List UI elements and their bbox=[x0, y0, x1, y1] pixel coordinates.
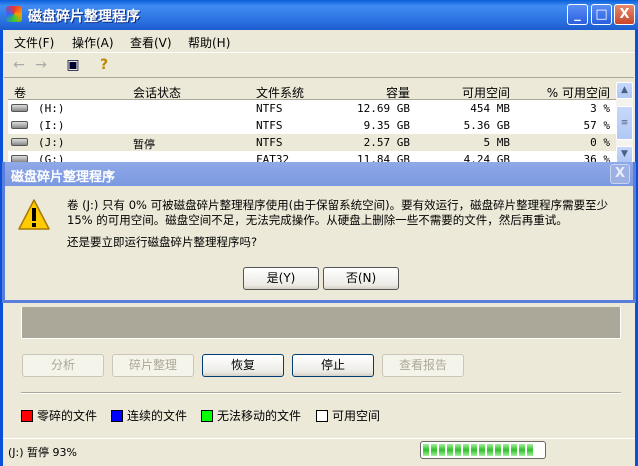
scroll-thumb[interactable]: ≡ bbox=[616, 106, 633, 140]
minimize-button[interactable]: _ bbox=[567, 4, 588, 25]
list-header: 卷 会话状态 文件系统 容量 可用空间 % 可用空间 bbox=[8, 82, 616, 100]
progress-segment bbox=[431, 444, 437, 456]
col-status[interactable]: 会话状态 bbox=[133, 84, 181, 101]
capacity: 12.69 GB bbox=[357, 102, 410, 115]
drive-icon bbox=[11, 121, 28, 129]
forward-icon[interactable]: → bbox=[32, 56, 50, 74]
progress-segment bbox=[495, 444, 501, 456]
warning-icon bbox=[18, 199, 50, 230]
console-tree-icon[interactable]: ▣ bbox=[64, 56, 82, 74]
pct: 0 % bbox=[590, 136, 610, 149]
dialog-message: 卷 (J:) 只有 0% 可被磁盘碎片整理程序使用(由于保留系统空间)。要有效运… bbox=[67, 198, 609, 227]
volume: (J:) bbox=[38, 136, 65, 149]
col-fs[interactable]: 文件系统 bbox=[256, 84, 304, 101]
warning-dialog: 磁盘碎片整理程序 X 卷 (J:) 只有 0% 可被磁盘碎片整理程序使用(由于保… bbox=[2, 162, 636, 303]
dialog-question: 还是要立即运行磁盘碎片整理程序吗? bbox=[67, 235, 258, 249]
pct: 57 % bbox=[583, 119, 611, 132]
progress-bar bbox=[420, 441, 546, 459]
progress-segment bbox=[511, 444, 517, 456]
red-swatch-icon bbox=[21, 410, 33, 422]
menu-help[interactable]: 帮助(H) bbox=[188, 34, 230, 51]
resume-button[interactable]: 恢复 bbox=[202, 354, 284, 377]
free: 454 MB bbox=[470, 102, 510, 115]
col-volume[interactable]: 卷 bbox=[14, 84, 26, 101]
progress-segment bbox=[479, 444, 485, 456]
help-icon[interactable]: ? bbox=[95, 56, 113, 74]
blue-swatch-icon bbox=[111, 410, 123, 422]
dialog-title: 磁盘碎片整理程序 bbox=[11, 170, 116, 185]
dialog-title-bar: 磁盘碎片整理程序 X bbox=[5, 162, 633, 186]
legend-contiguous: 连续的文件 bbox=[111, 407, 188, 423]
legend-label: 连续的文件 bbox=[127, 409, 188, 423]
progress-segment bbox=[471, 444, 477, 456]
maximize-button[interactable]: □ bbox=[591, 4, 612, 25]
progress-segment bbox=[503, 444, 509, 456]
progress-segment bbox=[527, 444, 533, 456]
legend-unmovable: 无法移动的文件 bbox=[201, 407, 302, 423]
status-text: (J:) 暂停 93% bbox=[8, 446, 77, 459]
legend-free-space: 可用空间 bbox=[316, 407, 381, 423]
fs: NTFS bbox=[256, 136, 283, 149]
window-title: 磁盘碎片整理程序 bbox=[28, 9, 140, 25]
volume: (I:) bbox=[38, 119, 65, 132]
legend-label: 无法移动的文件 bbox=[217, 409, 302, 423]
col-capacity[interactable]: 容量 bbox=[386, 84, 410, 101]
title-bar: 磁盘碎片整理程序 _ □ X bbox=[0, 0, 638, 30]
defrag-button[interactable]: 碎片整理 bbox=[112, 354, 194, 377]
progress-segment bbox=[463, 444, 469, 456]
app-icon bbox=[6, 6, 22, 22]
volume: (H:) bbox=[38, 102, 65, 115]
fs: NTFS bbox=[256, 119, 283, 132]
progress-segment bbox=[455, 444, 461, 456]
legend-label: 可用空间 bbox=[332, 409, 381, 423]
list-scrollbar[interactable]: ▲ ≡ ▼ bbox=[616, 82, 633, 164]
capacity: 2.57 GB bbox=[363, 136, 410, 149]
volume-list: 卷 会话状态 文件系统 容量 可用空间 % 可用空间 (H:) NTFS 12.69… bbox=[8, 82, 616, 164]
analysis-display bbox=[21, 307, 621, 339]
col-pct-free[interactable]: % 可用空间 bbox=[547, 84, 610, 101]
progress-segment bbox=[447, 444, 453, 456]
free: 5.36 GB bbox=[463, 119, 510, 132]
table-row[interactable]: (J:) 暂停 NTFS 2.57 GB 5 MB 0 % bbox=[8, 134, 616, 151]
white-swatch-icon bbox=[316, 410, 328, 422]
scroll-up-button[interactable]: ▲ bbox=[616, 82, 633, 99]
drive-icon bbox=[11, 104, 28, 112]
back-icon[interactable]: ← bbox=[10, 56, 28, 74]
legend-label: 零碎的文件 bbox=[37, 409, 98, 423]
table-row[interactable]: (H:) NTFS 12.69 GB 454 MB 3 % bbox=[8, 100, 616, 117]
yes-button[interactable]: 是(Y) bbox=[243, 267, 319, 290]
no-button[interactable]: 否(N) bbox=[323, 267, 399, 290]
capacity: 9.35 GB bbox=[363, 119, 410, 132]
legend-fragmented: 零碎的文件 bbox=[21, 407, 98, 423]
progress-segment bbox=[519, 444, 525, 456]
table-row[interactable]: (I:) NTFS 9.35 GB 5.36 GB 57 % bbox=[8, 117, 616, 134]
scroll-down-button[interactable]: ▼ bbox=[616, 146, 633, 163]
fs: NTFS bbox=[256, 102, 283, 115]
menu-view[interactable]: 查看(V) bbox=[130, 34, 172, 51]
status: 暂停 bbox=[133, 138, 155, 151]
free: 5 MB bbox=[483, 136, 511, 149]
green-swatch-icon bbox=[201, 410, 213, 422]
menu-file[interactable]: 文件(F) bbox=[14, 34, 54, 51]
pct: 3 % bbox=[590, 102, 610, 115]
stop-button[interactable]: 停止 bbox=[292, 354, 374, 377]
separator bbox=[21, 392, 621, 394]
analyze-button[interactable]: 分析 bbox=[22, 354, 104, 377]
close-button[interactable]: X bbox=[614, 4, 635, 25]
progress-segment bbox=[487, 444, 493, 456]
drive-icon bbox=[11, 138, 28, 146]
progress-segment bbox=[439, 444, 445, 456]
progress-segment bbox=[423, 444, 429, 456]
col-free[interactable]: 可用空间 bbox=[462, 84, 510, 101]
view-report-button[interactable]: 查看报告 bbox=[382, 354, 464, 377]
menu-action[interactable]: 操作(A) bbox=[72, 34, 114, 51]
dialog-close-button[interactable]: X bbox=[610, 164, 630, 184]
